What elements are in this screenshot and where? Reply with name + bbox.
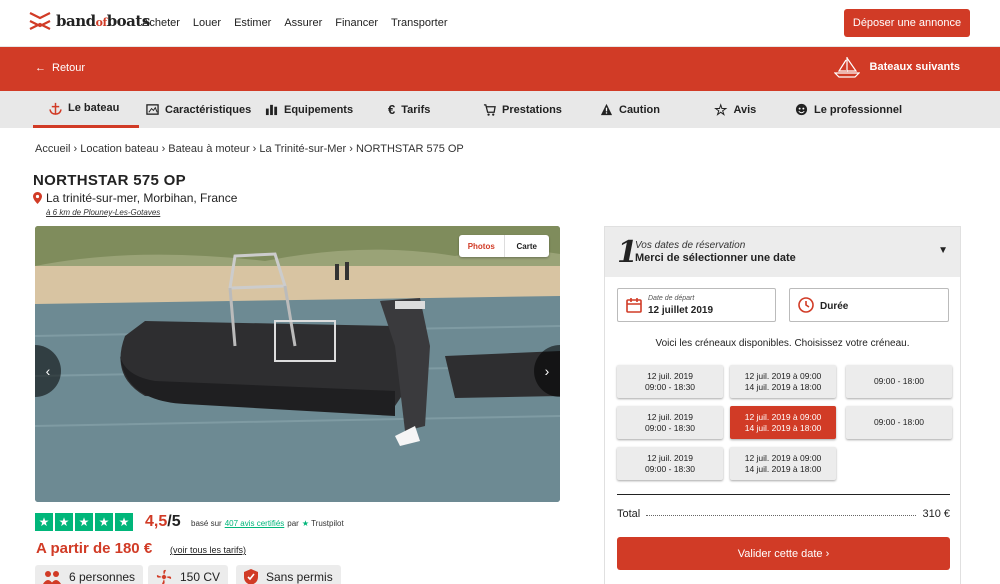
tab-caution[interactable]: Caution	[600, 91, 660, 128]
sub-bar: ← Retour Bateaux suivants	[0, 47, 1000, 91]
tab-prestations[interactable]: Prestations	[483, 91, 562, 128]
clock-icon	[798, 297, 814, 313]
logo-text: bandofboats	[56, 12, 150, 30]
booking-step-header[interactable]: 1 Vos dates de réservation Merci de séle…	[605, 227, 960, 277]
total-value: 310 €	[922, 508, 950, 520]
price-from: A partir de 180 €	[36, 540, 153, 557]
distance-link[interactable]: à 6 km de Plouney-Les-Gotaves	[46, 208, 160, 217]
feature-capacity: 6 personnes	[35, 565, 144, 584]
boat-photo[interactable]	[35, 226, 560, 502]
next-boats-link[interactable]: Bateaux suivants	[833, 56, 960, 78]
nav-louer[interactable]: Louer	[193, 17, 221, 29]
trustpilot-logo: ★ Trustpilot	[301, 519, 344, 528]
validate-date-button[interactable]: Valider cette date ›	[617, 537, 950, 570]
euro-icon: €	[388, 102, 396, 117]
start-date-label: Date de départ	[648, 295, 695, 302]
tab-tarifs[interactable]: € Tarifs	[388, 91, 430, 128]
rating-source: basé sur 407 avis certifiés par ★ Trustp…	[191, 519, 344, 528]
location-label: La trinité-sur-mer, Morbihan, France	[46, 191, 238, 205]
start-date-field[interactable]: Date de départ 12 juillet 2019	[617, 288, 776, 322]
duration-label: Durée	[820, 301, 849, 312]
tab-caracteristiques[interactable]: Caractéristiques	[146, 91, 251, 128]
star-icon: ★	[35, 513, 53, 531]
feature-power: 150 CV	[148, 565, 229, 584]
logo[interactable]: bandofboats	[28, 10, 150, 32]
section-tabs: Le bateau Caractéristiques Equipements €…	[0, 91, 1000, 128]
boat-photo-image	[35, 226, 560, 502]
slot-option[interactable]: 12 juil. 2019 09:00 - 18:30	[617, 447, 723, 480]
logo-icon	[29, 12, 51, 30]
photos-tab[interactable]: Photos	[459, 235, 505, 257]
slot-option[interactable]: 12 juil. 2019 à 09:00 14 juil. 2019 à 18:…	[730, 365, 836, 398]
chevron-right-icon: ›	[544, 363, 550, 379]
main-nav: Acheter Louer Estimer Assurer Financer T…	[142, 17, 448, 29]
tab-avis[interactable]: ☆ Avis	[714, 91, 756, 128]
slots-info: Voici les créneaux disponibles. Choisiss…	[655, 338, 910, 349]
image-icon	[146, 104, 159, 115]
tab-equipements[interactable]: Equipements	[265, 91, 353, 128]
back-label: Retour	[52, 62, 86, 74]
tab-le-bateau[interactable]: Le bateau	[33, 91, 140, 128]
step-title: Merci de sélectionner une date	[635, 252, 796, 264]
map-tab[interactable]: Carte	[505, 235, 550, 257]
breadcrumb[interactable]: Accueil › Location bateau › Bateau à mot…	[35, 143, 464, 155]
booking-panel: 1 Vos dates de réservation Merci de séle…	[604, 226, 961, 584]
top-bar: bandofboats Acheter Louer Estimer Assure…	[0, 0, 1000, 47]
start-date-value: 12 juillet 2019	[648, 305, 714, 316]
post-listing-button[interactable]: Déposer une annonce	[844, 9, 970, 37]
back-link[interactable]: ← Retour	[35, 62, 85, 74]
step-caption: Vos dates de réservation	[635, 240, 746, 251]
star-icon: ★	[55, 513, 73, 531]
nav-assurer[interactable]: Assurer	[284, 17, 322, 29]
calendar-icon	[626, 298, 642, 313]
user-icon	[795, 103, 808, 116]
star-icon: ★	[75, 513, 93, 531]
nav-transporter[interactable]: Transporter	[391, 17, 447, 29]
all-prices-link[interactable]: (voir tous les tarifs)	[170, 545, 246, 555]
bars-icon	[265, 104, 278, 116]
chevron-down-icon: ▼	[938, 245, 948, 256]
nav-financer[interactable]: Financer	[335, 17, 378, 29]
slot-option[interactable]: 09:00 - 18:00	[846, 365, 952, 398]
feature-license: Sans permis	[236, 565, 341, 584]
sailboat-icon	[833, 57, 860, 78]
people-icon	[43, 571, 61, 584]
total-row: Total 310 €	[617, 508, 950, 520]
trustpilot-stars: ★ ★ ★ ★ ★	[35, 513, 133, 531]
location-pin-icon	[33, 192, 42, 204]
next-boats-label: Bateaux suivants	[869, 61, 960, 73]
tab-le-professionnel[interactable]: Le professionnel	[795, 91, 902, 128]
cart-icon	[483, 104, 496, 116]
warning-icon	[600, 103, 613, 116]
nav-estimer[interactable]: Estimer	[234, 17, 271, 29]
nav-acheter[interactable]: Acheter	[142, 17, 180, 29]
slot-option-selected[interactable]: 12 juil. 2019 à 09:00 14 juil. 2019 à 18:…	[730, 406, 836, 439]
license-icon	[244, 569, 258, 584]
star-icon: ☆	[714, 101, 728, 119]
reviews-link[interactable]: 407 avis certifiés	[225, 519, 285, 528]
slot-option[interactable]: 12 juil. 2019 09:00 - 18:30	[617, 406, 723, 439]
slot-option[interactable]: 09:00 - 18:00	[846, 406, 952, 439]
boat-location: La trinité-sur-mer, Morbihan, France	[33, 191, 237, 205]
star-icon: ★	[95, 513, 113, 531]
anchor-icon	[49, 102, 62, 115]
arrow-left-icon: ←	[35, 62, 46, 74]
star-icon: ★	[115, 513, 133, 531]
total-label: Total	[617, 508, 641, 520]
chevron-left-icon: ‹	[45, 363, 51, 379]
divider	[617, 494, 950, 495]
photo-map-toggle: Photos Carte	[459, 235, 549, 257]
engine-icon	[156, 569, 172, 584]
slot-option[interactable]: 12 juil. 2019 09:00 - 18:30	[617, 365, 723, 398]
boat-title: NORTHSTAR 575 OP	[33, 172, 186, 189]
slot-option[interactable]: 12 juil. 2019 à 09:00 14 juil. 2019 à 18:…	[730, 447, 836, 480]
rating-value: 4,5/5	[145, 513, 181, 530]
duration-field[interactable]: Durée	[789, 288, 949, 322]
